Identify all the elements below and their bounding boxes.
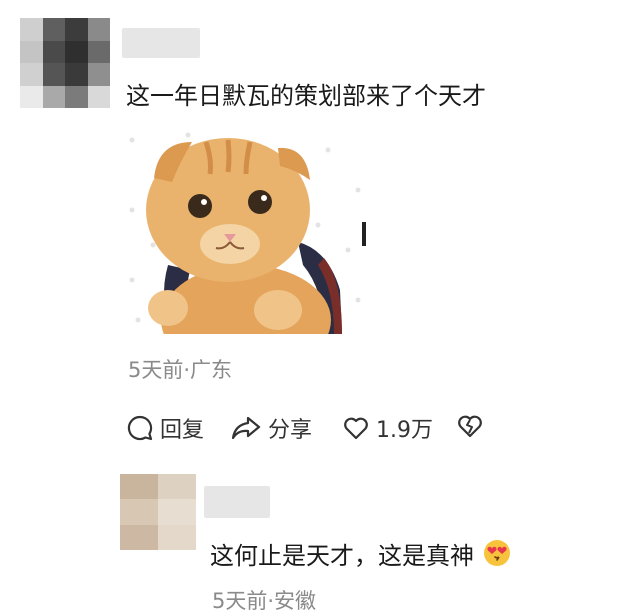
reply-label: 回复 (160, 418, 205, 443)
share-label: 分享 (268, 418, 313, 443)
commenter-avatar[interactable] (20, 18, 110, 108)
avatar-pixel (65, 40, 88, 63)
broken-heart-icon (456, 412, 484, 440)
avatar-pixel (120, 524, 158, 550)
comment-text: 这一年日默瓦的策划部来了个天才 (126, 82, 486, 110)
avatar-pixel (87, 63, 110, 86)
avatar-pixel (42, 85, 65, 108)
avatar-pixel (20, 40, 43, 63)
like-button[interactable]: 1.9万 (342, 412, 433, 444)
comment-time-location: 5天前·广东 (128, 358, 233, 382)
avatar-pixel (158, 474, 196, 500)
cat-sticker-image[interactable] (128, 130, 366, 334)
reply-button[interactable]: 回复 (126, 412, 204, 444)
avatar-pixel (20, 63, 43, 86)
share-button[interactable]: 分享 (230, 412, 312, 444)
reply-text-row: 这何止是天才，这是真神 (210, 538, 512, 576)
avatar-pixel (87, 40, 110, 63)
avatar-pixel (20, 18, 43, 41)
replier-avatar[interactable] (120, 474, 196, 550)
avatar-pixel (65, 63, 88, 86)
reply-text: 这何止是天才，这是真神 (210, 542, 474, 570)
commenter-name-placeholder[interactable] (122, 28, 200, 58)
dislike-button[interactable] (456, 412, 484, 440)
share-arrow-icon (230, 414, 262, 442)
avatar-pixel (158, 524, 196, 550)
avatar-pixel (87, 18, 110, 41)
heart-eyes-emoji-icon (482, 538, 512, 576)
avatar-pixel (42, 18, 65, 41)
comment-bubble-icon (126, 414, 154, 442)
avatar-pixel (120, 499, 158, 525)
avatar-pixel (42, 63, 65, 86)
avatar-pixel (158, 499, 196, 525)
reply-time-location: 5天前·安徽 (212, 589, 317, 613)
avatar-pixel (65, 18, 88, 41)
avatar-pixel (120, 474, 158, 500)
avatar-pixel (42, 40, 65, 63)
avatar-pixel (20, 85, 43, 108)
heart-icon (342, 414, 370, 442)
like-count: 1.9万 (376, 418, 433, 443)
replier-name-placeholder[interactable] (204, 486, 270, 518)
avatar-pixel (87, 85, 110, 108)
avatar-pixel (65, 85, 88, 108)
